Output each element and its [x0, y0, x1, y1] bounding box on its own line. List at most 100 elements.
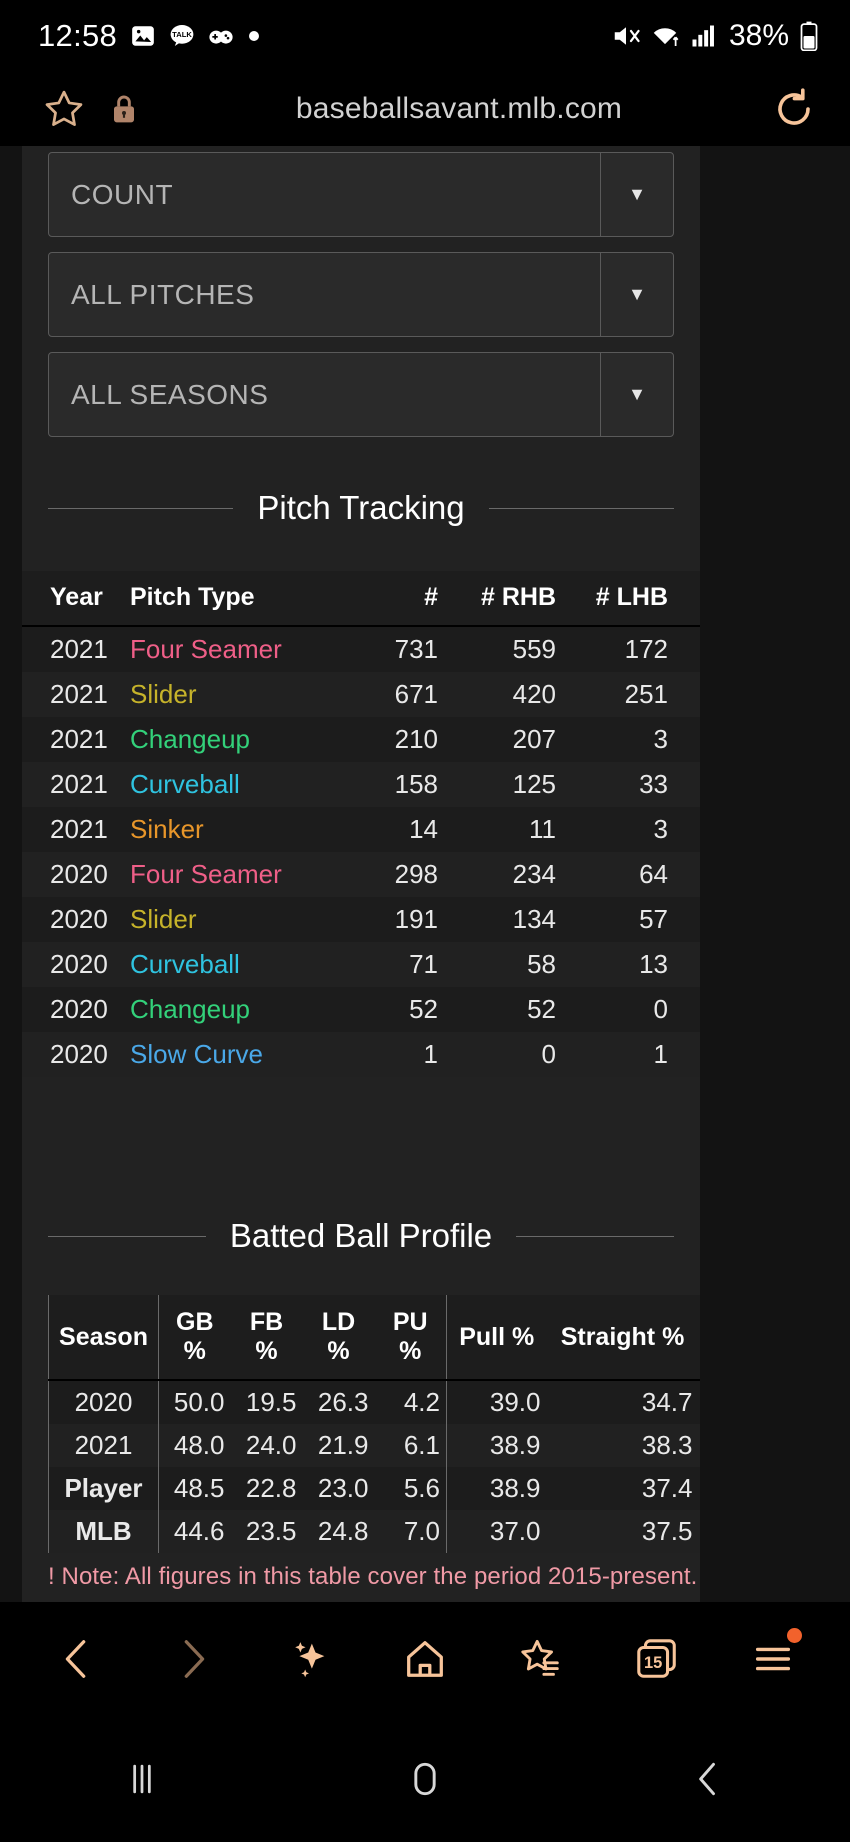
cell-pitch-type: Sinker: [130, 814, 204, 844]
cell-year: 2020: [50, 1039, 108, 1069]
browser-url-bar[interactable]: baseballsavant.mlb.com: [0, 72, 850, 146]
table-row[interactable]: 202148.024.021.96.138.938.322.84.0: [48, 1424, 701, 1467]
menu-notification-badge: [787, 1628, 802, 1643]
cell-lhb: 1: [653, 1039, 668, 1069]
table-row[interactable]: 2021 Curveball 158 125 338.9: [22, 762, 700, 807]
cell-fb: 23.5: [245, 1516, 297, 1546]
game-controller-icon: [208, 23, 234, 49]
batted-ball-table-wrapper[interactable]: Season GB % FB % LD % PU % Pull % Straig…: [22, 1295, 700, 1553]
back-icon[interactable]: [42, 1624, 112, 1694]
table-row[interactable]: 2020 Curveball 71 58 1311.6: [22, 942, 700, 987]
cell-percent: 31.2: [668, 897, 700, 942]
col-oppo[interactable]: Oppo %: [698, 1295, 700, 1381]
table-row[interactable]: 2021 Sinker 14 11 30.8: [22, 807, 700, 852]
table-row[interactable]: 202050.019.526.34.239.034.726.37.6: [48, 1380, 700, 1424]
col-pitch-type[interactable]: Pitch Type: [130, 571, 330, 627]
cell-rhb: 0: [541, 1039, 556, 1069]
bookmarks-icon[interactable]: [506, 1624, 576, 1694]
web-page-viewport[interactable]: COUNT ▼ ALL PITCHES ▼ ALL SEASONS ▼ Pitc…: [0, 146, 850, 1602]
batted-ball-section-header: Batted Ball Profile: [22, 1217, 700, 1255]
cell-percent: 48.6: [668, 852, 700, 897]
pitch-tracking-table: Year Pitch Type # # RHB # LHB % I 2021 Fo…: [22, 571, 700, 1077]
cell-percent: 0.2: [668, 1032, 700, 1077]
cell-percent: 11.8: [668, 717, 700, 762]
cell-count: 158: [394, 769, 438, 799]
cell-count: 298: [394, 859, 438, 889]
cell-pull: 37.0: [446, 1510, 547, 1553]
cell-year: 2020: [50, 949, 108, 979]
bookmark-star-icon[interactable]: [34, 87, 94, 131]
cell-lhb: 33: [639, 769, 668, 799]
cell-ld: 26.3: [317, 1387, 369, 1417]
tabs-icon[interactable]: 15: [622, 1624, 692, 1694]
pitch-tracking-table-wrapper[interactable]: Year Pitch Type # # RHB # LHB % I 2021 Fo…: [22, 571, 700, 1077]
col-season[interactable]: Season: [48, 1295, 159, 1381]
back-icon[interactable]: [648, 1744, 768, 1814]
table-row[interactable]: 2020Slow Curve1010.2: [22, 1032, 700, 1077]
browser-nav-bar: 15: [0, 1602, 850, 1716]
table-row[interactable]: 2020 Slider 191 134 5731.2: [22, 897, 700, 942]
cell-year: 2021: [50, 724, 108, 754]
table-row[interactable]: 2021 Slider 671 420 25137.6: [22, 672, 700, 717]
cell-pitch-type: Curveball: [130, 949, 240, 979]
cell-percent: 41.0: [668, 626, 700, 672]
reload-icon[interactable]: [764, 85, 824, 133]
pitch-tracking-thead: Year Pitch Type # # RHB # LHB % I: [22, 571, 700, 627]
col-straight[interactable]: Straight %: [546, 1295, 699, 1381]
cell-rhb: 207: [512, 724, 556, 754]
cell-rhb: 11: [529, 814, 556, 844]
col-rhb[interactable]: # RHB: [438, 571, 556, 627]
cell-count: 191: [394, 904, 438, 934]
svg-text:15: 15: [644, 1654, 662, 1672]
col-year[interactable]: Year: [22, 571, 130, 627]
table-row[interactable]: 2021 Four Seamer 731 559 17241.0: [22, 626, 700, 672]
cell-oppo: 22.8: [699, 1424, 701, 1467]
cell-pitch-type: Slow Curve: [130, 1039, 263, 1069]
cell-pitch-type: Four Seamer: [130, 859, 282, 889]
sparkle-icon[interactable]: [274, 1624, 344, 1694]
cell-straight: 37.5: [641, 1516, 693, 1546]
count-dropdown[interactable]: COUNT ▼: [48, 152, 674, 237]
col-percent[interactable]: %: [668, 571, 700, 627]
forward-icon[interactable]: [158, 1624, 228, 1694]
batted-ball-table: Season GB % FB % LD % PU % Pull % Straig…: [48, 1295, 700, 1553]
chevron-down-icon[interactable]: ▼: [600, 253, 673, 336]
url-text[interactable]: baseballsavant.mlb.com: [154, 92, 764, 126]
lock-icon[interactable]: [94, 93, 154, 125]
col-count[interactable]: #: [330, 571, 438, 627]
pitches-dropdown[interactable]: ALL PITCHES ▼: [48, 252, 674, 337]
seasons-dropdown[interactable]: ALL SEASONS ▼: [48, 352, 674, 437]
col-pull[interactable]: Pull %: [446, 1295, 547, 1381]
table-row[interactable]: 2020 Four Seamer 298 234 6448.6: [22, 852, 700, 897]
similar-pitchers-heading: Similar Pitchers to Kwang Hyun Kim:: [22, 1591, 700, 1602]
col-fb[interactable]: FB %: [230, 1295, 303, 1381]
count-dropdown-label: COUNT: [71, 178, 174, 210]
chevron-down-icon[interactable]: ▼: [600, 153, 673, 236]
table-row[interactable]: 2020 Changeup 52 52 08.5: [22, 987, 700, 1032]
table-header-row: Season GB % FB % LD % PU % Pull % Straig…: [48, 1295, 700, 1381]
table-row[interactable]: Player48.522.823.05.638.937.423.74.9: [48, 1467, 700, 1510]
cell-gb: 48.0: [158, 1424, 231, 1467]
col-lhb[interactable]: # LHB: [556, 571, 668, 627]
divider-right: [516, 1235, 674, 1237]
cell-pu: 7.0: [403, 1516, 440, 1546]
col-ld[interactable]: LD %: [302, 1295, 375, 1381]
cell-rhb: 420: [512, 679, 556, 709]
table-row[interactable]: 2021 Changeup 210 207 311.8: [22, 717, 700, 762]
menu-icon[interactable]: [738, 1624, 808, 1694]
cell-pitch-type: Changeup: [130, 994, 250, 1024]
cell-ld: 21.9: [317, 1430, 369, 1460]
col-gb[interactable]: GB %: [158, 1295, 231, 1381]
batted-ball-title: Batted Ball Profile: [229, 1217, 493, 1254]
chevron-down-icon[interactable]: ▼: [600, 353, 673, 436]
cell-pitch-type: Curveball: [130, 769, 240, 799]
home-icon[interactable]: [390, 1624, 460, 1694]
col-pu[interactable]: PU %: [374, 1295, 447, 1381]
recents-icon[interactable]: [82, 1744, 202, 1814]
cell-straight: 37.4: [641, 1473, 693, 1503]
cell-percent: 37.6: [668, 672, 700, 717]
table-row[interactable]: MLB44.623.524.87.037.037.525.33.9: [48, 1510, 700, 1553]
cell-season: 2021: [48, 1424, 159, 1467]
battery-icon: [798, 21, 820, 51]
home-icon[interactable]: [365, 1744, 485, 1814]
